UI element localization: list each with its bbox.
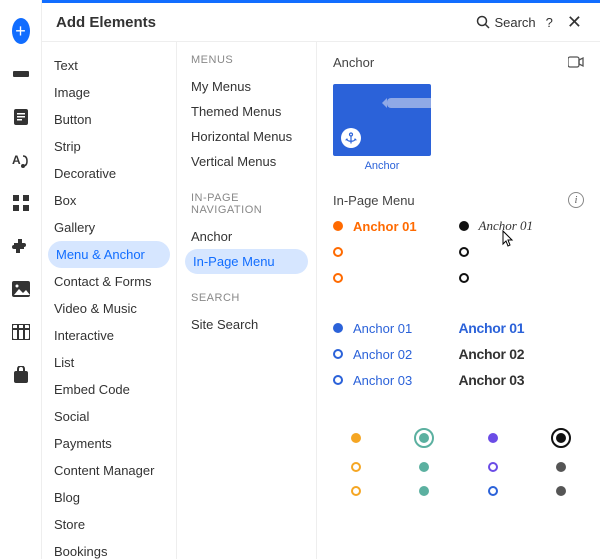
category-gallery[interactable]: Gallery <box>42 214 176 241</box>
category-content-manager[interactable]: Content Manager <box>42 457 176 484</box>
category-interactive[interactable]: Interactive <box>42 322 176 349</box>
menu-cond-3: Anchor 03 <box>459 372 525 388</box>
apps-icon[interactable] <box>12 194 30 212</box>
search-button[interactable]: Search <box>476 15 535 30</box>
category-bookings[interactable]: Bookings <box>42 538 176 559</box>
info-icon[interactable]: i <box>568 192 584 208</box>
panel-header: Add Elements Search ? ✕ <box>42 3 600 42</box>
dot-style-teal-solid[interactable] <box>405 462 443 472</box>
category-list[interactable]: List <box>42 349 176 376</box>
category-box[interactable]: Box <box>42 187 176 214</box>
sub-label-menus: MENUS <box>177 54 316 74</box>
dot-menu-styles <box>333 420 584 504</box>
category-image[interactable]: Image <box>42 79 176 106</box>
sub-in-page-menu[interactable]: In-Page Menu <box>185 249 308 274</box>
svg-text:A: A <box>12 153 21 167</box>
sub-themed-menus[interactable]: Themed Menus <box>177 99 316 124</box>
category-embed[interactable]: Embed Code <box>42 376 176 403</box>
dot-style-teal[interactable] <box>405 428 443 448</box>
data-icon[interactable] <box>12 323 30 341</box>
sub-vertical-menus[interactable]: Vertical Menus <box>177 149 316 174</box>
dot-style-teal-solid2[interactable] <box>405 486 443 496</box>
add-icon[interactable]: + <box>12 22 30 40</box>
category-blog[interactable]: Blog <box>42 484 176 511</box>
add-elements-panel: Add Elements Search ? ✕ Text Image Butto… <box>42 0 600 559</box>
menu-style-blue[interactable]: Anchor 01 Anchor 02 Anchor 03 <box>333 318 459 420</box>
dot-style-grey[interactable] <box>542 462 580 472</box>
dot-style-amber-ring2[interactable] <box>337 486 375 496</box>
store-icon[interactable] <box>12 366 30 384</box>
sub-my-menus[interactable]: My Menus <box>177 74 316 99</box>
anchor-element-preview[interactable]: Anchor <box>333 84 431 172</box>
menu-blue-2: Anchor 02 <box>353 347 412 362</box>
menu-blue-1: Anchor 01 <box>353 321 412 336</box>
dot-style-grey2[interactable] <box>542 486 580 496</box>
menu-style-orange-label: Anchor 01 <box>353 219 417 234</box>
category-store[interactable]: Store <box>42 511 176 538</box>
help-button[interactable]: ? <box>546 15 553 30</box>
sub-horizontal-menus[interactable]: Horizontal Menus <box>177 124 316 149</box>
category-list: Text Image Button Strip Decorative Box G… <box>42 42 177 559</box>
search-label: Search <box>494 15 535 30</box>
anchor-caption: Anchor <box>333 156 431 172</box>
menu-blue-3: Anchor 03 <box>353 373 412 388</box>
dot-style-blue-ring[interactable] <box>474 486 512 496</box>
category-social[interactable]: Social <box>42 403 176 430</box>
dot-style-violet[interactable] <box>474 428 512 448</box>
menu-style-italic[interactable]: Anchor 01 <box>459 216 585 318</box>
inpage-menu-samples: Anchor 01 Anchor 01 Anchor 01 Anchor 02 … <box>333 216 584 420</box>
dot-style-amber[interactable] <box>337 428 375 448</box>
dot-style-violet-ring[interactable] <box>474 462 512 472</box>
preview-column: Anchor Anchor <box>317 42 600 559</box>
dot-style-amber-ring[interactable] <box>337 462 375 472</box>
close-button[interactable]: ✕ <box>563 13 586 31</box>
panel-body: Text Image Button Strip Decorative Box G… <box>42 42 600 559</box>
category-button[interactable]: Button <box>42 106 176 133</box>
anchor-icon <box>341 128 361 148</box>
category-video-music[interactable]: Video & Music <box>42 295 176 322</box>
dot-style-black[interactable] <box>542 428 580 448</box>
subcategory-list: MENUS My Menus Themed Menus Horizontal M… <box>177 42 317 559</box>
category-contact-forms[interactable]: Contact & Forms <box>42 268 176 295</box>
addons-icon[interactable] <box>12 237 30 255</box>
video-preview-icon[interactable] <box>568 54 584 70</box>
inpage-section-title: In-Page Menu <box>333 193 415 208</box>
menu-style-orange[interactable]: Anchor 01 <box>333 216 459 318</box>
menu-style-italic-label: Anchor 01 <box>479 218 534 234</box>
page-icon[interactable] <box>12 108 30 126</box>
media-icon[interactable] <box>12 280 30 298</box>
design-icon[interactable]: A <box>12 151 30 169</box>
sub-label-search: SEARCH <box>177 292 316 312</box>
category-text[interactable]: Text <box>42 52 176 79</box>
section-icon[interactable] <box>12 65 30 83</box>
left-rail: + A <box>0 0 42 559</box>
sub-site-search[interactable]: Site Search <box>177 312 316 337</box>
menu-cond-2: Anchor 02 <box>459 346 525 362</box>
sub-label-inpage: IN-PAGE NAVIGATION <box>177 192 316 224</box>
category-payments[interactable]: Payments <box>42 430 176 457</box>
category-decorative[interactable]: Decorative <box>42 160 176 187</box>
search-icon <box>476 15 490 29</box>
category-strip[interactable]: Strip <box>42 133 176 160</box>
category-menu-anchor[interactable]: Menu & Anchor <box>48 241 170 268</box>
panel-title: Add Elements <box>56 14 466 31</box>
menu-cond-1: Anchor 01 <box>459 320 525 336</box>
sub-anchor[interactable]: Anchor <box>177 224 316 249</box>
menu-style-condensed[interactable]: Anchor 01 Anchor 02 Anchor 03 <box>459 318 585 420</box>
anchor-section-title: Anchor <box>333 55 374 70</box>
